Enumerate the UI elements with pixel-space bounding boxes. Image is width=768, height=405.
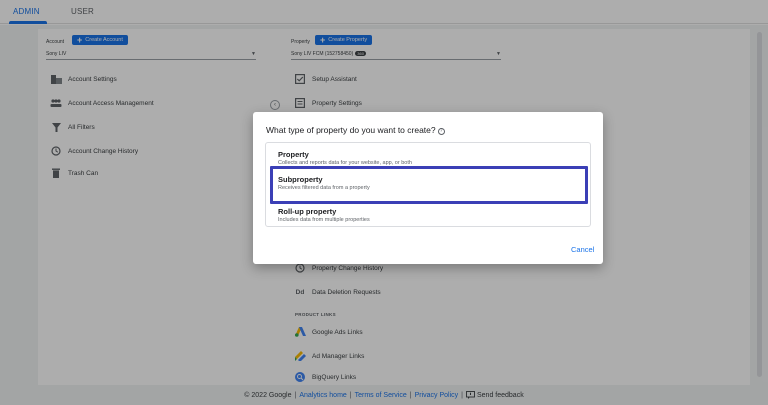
option-roll-up-property[interactable]: Roll-up property Includes data from mult… xyxy=(266,205,590,225)
property-type-options: Property Collects and reports data for y… xyxy=(265,142,591,227)
dialog-title-text: What type of property do you want to cre… xyxy=(266,125,436,135)
dialog-title: What type of property do you want to cre… xyxy=(266,125,445,135)
option-name: Roll-up property xyxy=(278,207,337,216)
option-name: Property xyxy=(278,150,309,159)
cancel-button[interactable]: Cancel xyxy=(571,245,594,254)
help-icon[interactable]: ? xyxy=(437,127,445,135)
option-name: Subproperty xyxy=(278,175,323,184)
option-subproperty[interactable]: Subproperty Receives filtered data from … xyxy=(270,166,588,204)
option-property[interactable]: Property Collects and reports data for y… xyxy=(266,148,590,168)
property-type-dialog: What type of property do you want to cre… xyxy=(253,112,603,264)
option-description: Includes data from multiple properties xyxy=(278,217,370,223)
option-description: Receives filtered data from a property xyxy=(278,185,370,191)
